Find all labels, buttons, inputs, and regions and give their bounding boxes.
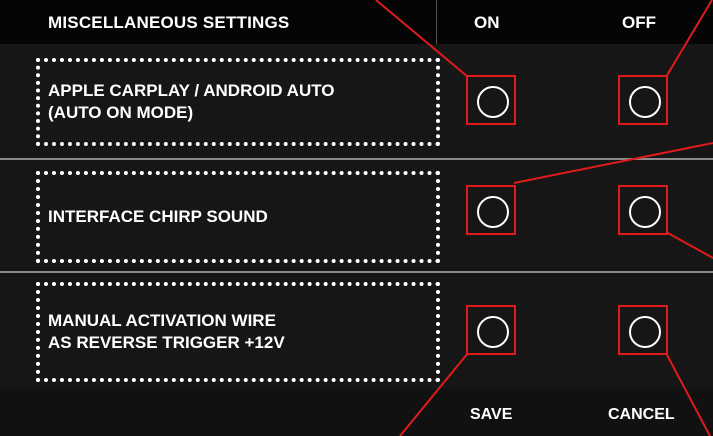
radio-circle-icon bbox=[629, 196, 661, 228]
header-bar: MISCELLANEOUS SETTINGS ON OFF bbox=[0, 0, 713, 44]
header-divider bbox=[436, 0, 437, 44]
setting-label-line: APPLE CARPLAY / ANDROID AUTO bbox=[48, 81, 335, 100]
reverse-trigger-off-radio[interactable] bbox=[618, 305, 668, 355]
radio-circle-icon bbox=[477, 316, 509, 348]
chirp-off-radio[interactable] bbox=[618, 185, 668, 235]
carplay-off-radio[interactable] bbox=[618, 75, 668, 125]
setting-row-reverse-trigger: MANUAL ACTIVATION WIRE AS REVERSE TRIGGE… bbox=[0, 273, 713, 389]
radio-circle-icon bbox=[477, 196, 509, 228]
setting-label-line: MANUAL ACTIVATION WIRE bbox=[48, 311, 276, 330]
setting-label-line: INTERFACE CHIRP SOUND bbox=[48, 207, 268, 226]
column-header-off: OFF bbox=[622, 13, 656, 32]
setting-row-chirp: INTERFACE CHIRP SOUND bbox=[0, 160, 713, 271]
setting-label-carplay: APPLE CARPLAY / ANDROID AUTO (AUTO ON MO… bbox=[36, 58, 440, 146]
save-button[interactable]: SAVE bbox=[470, 406, 512, 424]
footer-bar: SAVE CANCEL bbox=[0, 389, 713, 436]
chirp-on-radio[interactable] bbox=[466, 185, 516, 235]
setting-label-line: (AUTO ON MODE) bbox=[48, 103, 194, 122]
settings-screen: MISCELLANEOUS SETTINGS ON OFF APPLE CARP… bbox=[0, 0, 713, 436]
reverse-trigger-on-radio[interactable] bbox=[466, 305, 516, 355]
setting-label-line: AS REVERSE TRIGGER +12V bbox=[48, 333, 285, 352]
radio-circle-icon bbox=[629, 86, 661, 118]
setting-label-chirp: INTERFACE CHIRP SOUND bbox=[36, 171, 440, 263]
column-header-on: ON bbox=[474, 13, 500, 32]
cancel-button[interactable]: CANCEL bbox=[608, 406, 675, 424]
setting-label-reverse-trigger: MANUAL ACTIVATION WIRE AS REVERSE TRIGGE… bbox=[36, 282, 440, 382]
radio-circle-icon bbox=[629, 316, 661, 348]
radio-circle-icon bbox=[477, 86, 509, 118]
carplay-on-radio[interactable] bbox=[466, 75, 516, 125]
setting-row-carplay: APPLE CARPLAY / ANDROID AUTO (AUTO ON MO… bbox=[0, 44, 713, 158]
page-title: MISCELLANEOUS SETTINGS bbox=[48, 13, 290, 32]
